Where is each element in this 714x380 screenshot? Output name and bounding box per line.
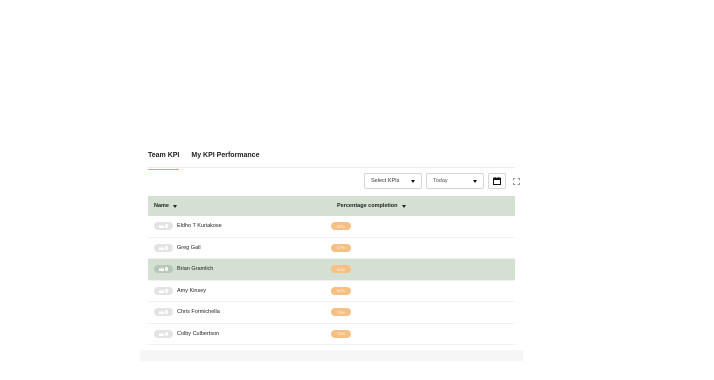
avatar bbox=[154, 265, 173, 274]
expand-icon bbox=[512, 177, 520, 185]
percentage-column-header[interactable]: Percentage completion bbox=[337, 203, 406, 209]
table-row-selected[interactable]: Brian Gramlich 82% bbox=[148, 259, 515, 281]
crown-icon bbox=[159, 267, 164, 272]
rank-marker bbox=[165, 310, 168, 315]
table-row[interactable]: Chris Formichella 76% bbox=[148, 302, 515, 324]
percent-cell: 85% bbox=[331, 222, 351, 231]
rank-marker bbox=[165, 267, 168, 272]
table-row[interactable]: Amy Kinsey 60% bbox=[148, 281, 515, 302]
percent-badge: 60% bbox=[331, 286, 351, 295]
date-range-select[interactable]: Today bbox=[426, 173, 484, 189]
member-name: Greg Gall bbox=[177, 244, 201, 251]
name-cell: Greg Gall bbox=[148, 243, 331, 252]
rank-marker bbox=[165, 245, 168, 250]
avatar bbox=[154, 308, 173, 317]
avatar bbox=[154, 329, 173, 338]
member-name: Colby Culbertson bbox=[177, 330, 220, 337]
caret-down-icon bbox=[473, 179, 477, 183]
crown-icon bbox=[159, 332, 164, 336]
name-cell: Amy Kinsey bbox=[148, 286, 331, 295]
rank-marker bbox=[165, 288, 168, 293]
table-row[interactable]: Eldho T Kuriakose 85% bbox=[148, 216, 515, 238]
filter-controls: Select KPIs Today bbox=[364, 173, 520, 189]
avatar bbox=[154, 286, 173, 295]
sort-caret-icon bbox=[401, 204, 406, 208]
name-cell: Chris Formichella bbox=[148, 308, 331, 317]
percent-cell: 67% bbox=[331, 243, 351, 252]
percent-cell: 82% bbox=[331, 265, 351, 274]
name-column-header[interactable]: Name bbox=[148, 203, 337, 209]
crown-icon bbox=[159, 246, 164, 250]
member-name: Chris Formichella bbox=[177, 309, 220, 316]
percent-badge: 67% bbox=[331, 243, 351, 252]
percent-cell: 76% bbox=[331, 308, 351, 317]
kpi-select-value: Select KPIs bbox=[371, 178, 400, 184]
crown-icon bbox=[159, 289, 164, 293]
team-kpi-table: Name Percentage completion Eldho T Kuria… bbox=[148, 196, 515, 345]
calendar-button[interactable] bbox=[488, 173, 506, 189]
avatar bbox=[154, 222, 173, 231]
calendar-icon bbox=[493, 177, 501, 185]
name-header-label: Name bbox=[154, 203, 169, 209]
table-header: Name Percentage completion bbox=[148, 196, 515, 216]
percent-badge: 82% bbox=[331, 265, 351, 274]
kpi-select[interactable]: Select KPIs bbox=[364, 173, 422, 189]
rank-marker bbox=[165, 224, 168, 229]
percent-badge: 85% bbox=[331, 222, 351, 231]
crown-icon bbox=[159, 310, 164, 315]
percentage-header-label: Percentage completion bbox=[337, 203, 398, 209]
percent-cell: 60% bbox=[331, 286, 351, 295]
member-name: Amy Kinsey bbox=[177, 287, 207, 294]
member-name: Brian Gramlich bbox=[177, 266, 214, 273]
panel-footer bbox=[140, 350, 523, 361]
date-select-value: Today bbox=[433, 178, 448, 184]
expand-button[interactable] bbox=[512, 177, 520, 185]
table-row[interactable]: Greg Gall 67% bbox=[148, 238, 515, 259]
tab-divider bbox=[148, 167, 515, 168]
crown-icon bbox=[159, 224, 164, 229]
percent-badge: 76% bbox=[331, 308, 351, 317]
rank-marker bbox=[165, 331, 168, 336]
table-row[interactable]: Colby Culbertson 74% bbox=[148, 324, 515, 345]
member-name: Eldho T Kuriakose bbox=[177, 223, 222, 230]
name-cell: Eldho T Kuriakose bbox=[148, 222, 331, 231]
sort-caret-icon bbox=[172, 204, 177, 208]
avatar bbox=[154, 243, 173, 252]
caret-down-icon bbox=[411, 179, 415, 183]
name-cell: Brian Gramlich bbox=[148, 265, 331, 274]
percent-badge: 74% bbox=[331, 329, 351, 338]
percent-cell: 74% bbox=[331, 329, 351, 338]
name-cell: Colby Culbertson bbox=[148, 329, 331, 338]
